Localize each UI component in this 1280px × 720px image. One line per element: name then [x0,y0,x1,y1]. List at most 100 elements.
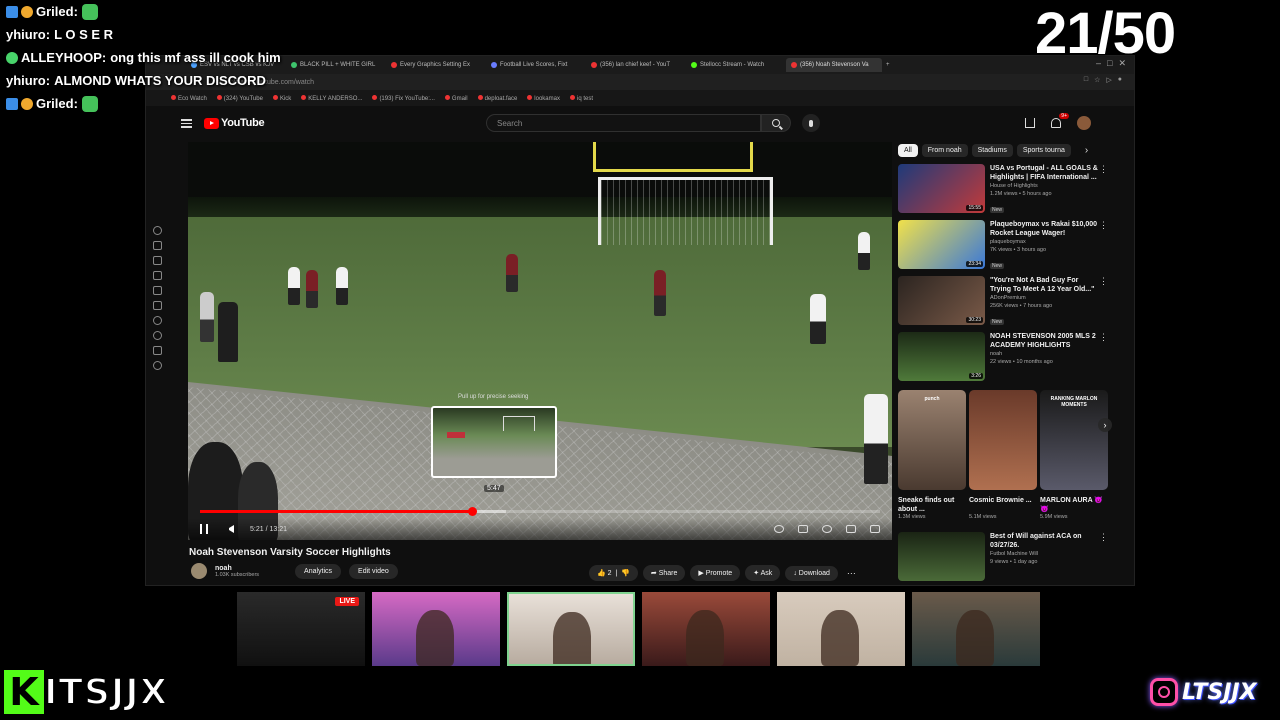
short-thumbnail[interactable]: punch [898,390,966,490]
more-actions-icon[interactable]: ⋯ [847,568,856,579]
like-button[interactable]: 👍 2 | 👎 [589,565,638,581]
filter-chip[interactable]: Stadiums [971,143,1013,157]
menu-icon[interactable] [181,118,192,128]
bookmark-item[interactable]: iq test [569,94,593,102]
browser-tab[interactable]: (356) Noah Stevenson Va [786,58,882,72]
recommendation-thumbnail[interactable]: 15:55 [898,164,985,213]
account-avatar[interactable] [1077,116,1091,130]
chat-username[interactable]: yhiuro: [6,27,50,42]
progress-bar[interactable] [200,507,880,516]
miniplayer-icon[interactable] [846,525,856,533]
tag-icon[interactable] [152,346,162,355]
browser-tab[interactable]: Football Live Scores, Fixt [486,58,582,72]
channel-avatar[interactable] [191,563,207,579]
profile-icon[interactable]: ● [1118,76,1122,84]
more-options-icon[interactable]: ⋮ [1099,532,1108,543]
chat-icon[interactable] [152,256,162,265]
browser-tab[interactable]: Stellocc Stream - Watch [686,58,782,72]
short-item[interactable]: Cosmic Brownie ... 5.1M views [969,390,1037,520]
short-item[interactable]: RANKING MARLON MOMENTS MARLON AURA 😈😈 5.9M… [1040,390,1108,520]
bookmark-icon[interactable]: ☆ [1094,76,1100,84]
more-options-icon[interactable]: ⋮ [1099,164,1108,175]
recommendation-thumbnail[interactable] [898,532,985,581]
recommendation-thumbnail[interactable]: 30:23 [898,276,985,325]
download-button[interactable]: ↓ Download [785,565,838,581]
upload-icon[interactable] [1025,118,1035,128]
analytics-button[interactable]: Analytics [295,563,342,579]
more-options-icon[interactable]: ⋮ [1099,276,1108,287]
chips-next-icon[interactable]: › [1085,145,1088,156]
shorts-next-icon[interactable]: › [1098,418,1112,432]
instagram-username: LTSJJX [1182,679,1257,705]
video-player[interactable]: Pull up for precise seeking 5:47 5:21 / … [188,142,892,540]
chat-username[interactable]: Griled: [36,4,78,19]
clock-icon[interactable] [152,331,162,340]
recommendation-item[interactable]: 15:55 USA vs Portugal - ALL GOALS & Highl… [898,164,1113,214]
progress-scrubber[interactable] [468,507,477,516]
record-icon[interactable] [152,316,162,325]
pause-icon[interactable] [200,524,208,534]
recommendation-thumbnail[interactable]: 23:34 [898,220,985,269]
history-icon[interactable] [152,226,162,235]
notifications-icon[interactable]: 9+ [1051,113,1069,128]
short-views: 5.1M views [969,514,997,520]
browser-tab[interactable]: (356) lan chief keef - YouT [586,58,682,72]
chat-username[interactable]: Griled: [36,96,78,111]
fullscreen-icon[interactable] [870,525,880,533]
recommendation-meta: 256K views • 7 hours ago [990,303,1053,309]
browser-tab[interactable]: Every Graphics Setting Ex [386,58,482,72]
youtube-logo[interactable]: YouTube [204,117,265,129]
short-thumbnail[interactable]: RANKING MARLON MOMENTS [1040,390,1108,490]
short-item[interactable]: punch Sneako finds out about ... 1.3M view… [898,390,966,520]
ask-button[interactable]: ✦ Ask [745,565,781,581]
extension-icon[interactable]: □ [1084,76,1088,84]
filter-chip[interactable]: Sports tourna [1016,143,1071,157]
filter-chip[interactable]: From noah [921,143,968,157]
recommendation-item[interactable]: 3:26 NOAH STEVENSON 2005 MLS 2 ACADEMY HI… [898,332,1113,382]
chat-username[interactable]: ALLEYHOOP: [21,50,106,65]
recommendation-title[interactable]: NOAH STEVENSON 2005 MLS 2 ACADEMY HIGHLI… [990,332,1100,350]
media-icon[interactable] [152,271,162,280]
autoplay-icon[interactable] [774,525,784,533]
bookmark-item[interactable]: KELLY ANDERSO... [301,94,362,102]
voice-search-icon[interactable] [802,114,820,132]
twitch-icon[interactable] [152,286,162,295]
play-icon[interactable]: ▷ [1106,76,1111,84]
recommendation-item[interactable]: 23:34 Plaqueboymax vs Rakai $10,000 Rocke… [898,220,1113,270]
short-title[interactable]: Cosmic Brownie ... [969,496,1037,514]
short-title[interactable]: MARLON AURA 😈😈 [1040,496,1108,514]
bookmark-favicon-icon [444,94,450,100]
chat-username[interactable]: yhiuro: [6,73,50,88]
search-button[interactable] [761,114,791,132]
channel-name[interactable]: noah [215,565,259,572]
youtube-logo-text: YouTube [221,117,265,129]
captions-icon[interactable] [798,525,808,533]
short-thumbnail[interactable] [969,390,1037,490]
bookmark-item[interactable]: lookamax [527,94,560,102]
recommendation-channel: plaqueboymax [990,239,1026,245]
recommendation-title[interactable]: Best of Will against ACA on 03/27/26. [990,532,1100,550]
more-options-icon[interactable]: ⋮ [1099,220,1108,231]
volume-icon[interactable] [226,525,234,533]
share-button[interactable]: ➦ Share [642,565,686,581]
new-tab-icon[interactable]: + [886,62,890,68]
promote-button[interactable]: ▶ Promote [690,565,741,581]
edit-video-button[interactable]: Edit video [349,563,398,579]
bookmark-item[interactable]: deploat.face [477,94,517,102]
recommendation-item[interactable]: 30:23 "You're Not A Bad Guy For Trying To… [898,276,1113,326]
recommendation-title[interactable]: USA vs Portugal - ALL GOALS & Highlights… [990,164,1100,182]
wallet-icon[interactable] [152,241,162,250]
recommendation-title[interactable]: "You're Not A Bad Guy For Trying To Meet… [990,276,1100,294]
x-icon[interactable] [152,301,162,310]
more-options-icon[interactable]: ⋮ [1099,332,1108,343]
short-title[interactable]: Sneako finds out about ... [898,496,966,514]
filter-chip[interactable]: All [898,143,918,157]
bookmark-item[interactable]: Gmail [444,94,468,102]
recommendation-title[interactable]: Plaqueboymax vs Rakai $10,000 Rocket Lea… [990,220,1100,238]
recommendation-thumbnail[interactable]: 3:26 [898,332,985,381]
settings-icon[interactable] [152,361,162,370]
search-input[interactable]: Search [486,114,761,132]
bookmark-item[interactable]: (193) Fix YouTube:... [372,94,435,102]
recommendation-item[interactable]: Best of Will against ACA on 03/27/26. Fu… [898,532,1113,582]
settings-gear-icon[interactable] [822,525,832,533]
